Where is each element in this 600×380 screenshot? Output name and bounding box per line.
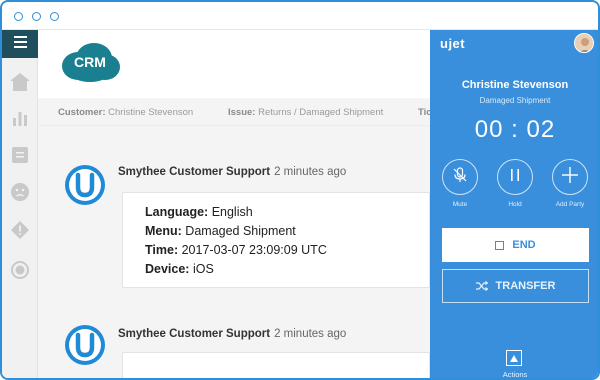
add-party-label: Add Party: [555, 201, 585, 208]
add-party-button[interactable]: [552, 159, 588, 195]
mute-label: Mute: [452, 201, 468, 208]
crm-logo-text: CRM: [74, 54, 106, 70]
plus-icon: [562, 166, 578, 188]
customer-value: Christine Stevenson: [108, 107, 194, 118]
stop-icon: [495, 240, 505, 250]
caller-name: Christine Stevenson: [461, 79, 569, 91]
app-window: CRM Customer: Christine Stevenson Issue:…: [0, 0, 600, 380]
end-call-label: END: [512, 239, 536, 251]
menu-value: Damaged Shipment: [185, 224, 296, 238]
time-field: Time: 2017-03-07 23:09:09 UTC: [145, 243, 327, 257]
message-time: 2 minutes ago: [274, 328, 347, 340]
issue-info: Issue: Returns / Damaged Shipment: [228, 107, 383, 118]
bar-chart-icon[interactable]: [10, 108, 30, 128]
message-feed: Smythee Customer Support 2 minutes ago La…: [38, 126, 430, 378]
ticket-info: Tic: [418, 107, 430, 118]
face-icon[interactable]: [10, 182, 30, 202]
support-avatar: [64, 324, 106, 366]
window-minimize-dot[interactable]: [32, 12, 41, 21]
menu-field: Menu: Damaged Shipment: [145, 224, 296, 238]
transfer-button[interactable]: TRANSFER: [442, 269, 589, 303]
warning-icon[interactable]: [10, 220, 30, 240]
crm-logo: CRM: [58, 40, 122, 84]
menu-icon: [13, 35, 27, 53]
document-icon[interactable]: [10, 145, 30, 165]
language-field: Language: English: [145, 205, 253, 219]
message-time: 2 minutes ago: [274, 166, 347, 178]
support-avatar: [64, 164, 106, 206]
home-icon[interactable]: [10, 72, 30, 92]
message-author: Smythee Customer Support: [118, 166, 271, 178]
window-close-dot[interactable]: [14, 12, 23, 21]
time-label: Time:: [145, 243, 179, 257]
hold-button[interactable]: [497, 159, 533, 195]
softphone-panel: ujet Christine Stevenson Damaged Shipmen…: [430, 30, 598, 379]
customer-info-strip: Customer: Christine Stevenson Issue: Ret…: [38, 98, 430, 126]
agent-avatar[interactable]: [574, 33, 594, 53]
window-maximize-dot[interactable]: [50, 12, 59, 21]
mute-button[interactable]: [442, 159, 478, 195]
message-header: Smythee Customer Support 2 minutes ago: [118, 328, 346, 340]
message-card: [122, 352, 430, 378]
device-value: iOS: [192, 262, 214, 276]
record-icon[interactable]: [10, 260, 30, 280]
end-call-button[interactable]: END: [442, 228, 589, 262]
actions-label: Actions: [502, 370, 528, 379]
language-label: Language:: [145, 205, 209, 219]
customer-label: Customer:: [58, 107, 106, 118]
mute-icon: [452, 166, 468, 188]
triangle-up-icon: [510, 349, 518, 367]
ticket-label: Tic: [418, 107, 430, 118]
menu-label: Menu:: [145, 224, 182, 238]
issue-value: Returns / Damaged Shipment: [258, 107, 384, 118]
language-value: English: [211, 205, 253, 219]
title-bar: [2, 2, 598, 30]
issue-label: Issue:: [228, 107, 256, 118]
device-label: Device:: [145, 262, 190, 276]
customer-info: Customer: Christine Stevenson: [58, 107, 193, 118]
sidebar: [2, 30, 38, 378]
menu-button[interactable]: [2, 30, 38, 58]
shuffle-icon: [475, 281, 488, 291]
transfer-label: TRANSFER: [495, 280, 556, 292]
crm-area: CRM Customer: Christine Stevenson Issue:…: [38, 30, 430, 378]
message-header: Smythee Customer Support 2 minutes ago: [118, 166, 346, 178]
hold-label: Hold: [508, 201, 522, 208]
ujet-logo: ujet: [440, 36, 466, 51]
call-timer: 00 : 02: [474, 116, 556, 143]
pause-icon: [508, 168, 522, 187]
message-card: Language: English Menu: Damaged Shipment…: [122, 192, 430, 288]
time-value: 2017-03-07 23:09:09 UTC: [181, 243, 327, 257]
message-author: Smythee Customer Support: [118, 328, 271, 340]
device-field: Device: iOS: [145, 262, 214, 276]
caller-subtitle: Damaged Shipment: [479, 96, 551, 105]
actions-button[interactable]: [506, 350, 522, 366]
